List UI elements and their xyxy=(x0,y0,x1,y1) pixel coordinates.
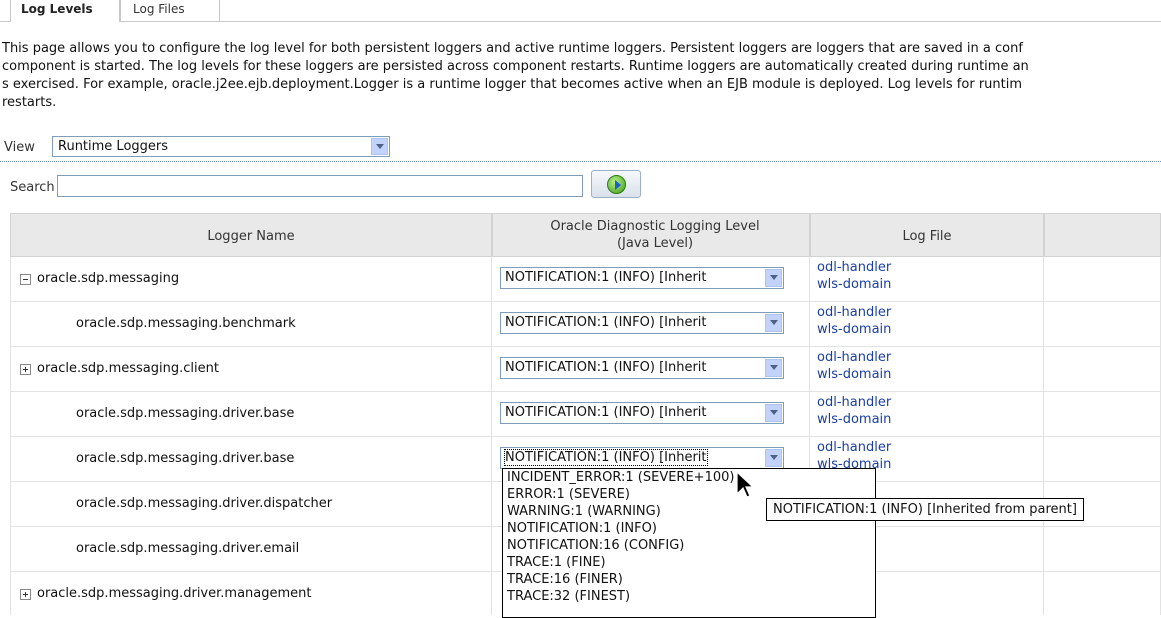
chevron-down-icon[interactable] xyxy=(765,314,782,332)
log-file-cell: odl-handler wls-domain xyxy=(810,257,1044,302)
extra-cell xyxy=(1044,527,1161,572)
level-cell: NOTIFICATION:1 (INFO) [Inherit xyxy=(492,302,810,347)
logger-name: oracle.sdp.messaging.driver.management xyxy=(37,586,312,601)
log-file-link[interactable]: odl-handler xyxy=(817,349,891,366)
log-file-link[interactable]: odl-handler xyxy=(817,394,891,411)
extra-cell xyxy=(1044,257,1161,302)
table-row: oracle.sdp.messaging NOTIFICATION:1 (INF… xyxy=(10,257,1161,302)
dropdown-option[interactable]: TRACE:32 (FINEST) xyxy=(503,588,875,605)
level-select[interactable]: NOTIFICATION:1 (INFO) [Inherit xyxy=(500,402,784,424)
level-select[interactable]: NOTIFICATION:1 (INFO) [Inherit xyxy=(500,267,784,289)
logger-name-cell: oracle.sdp.messaging.driver.email xyxy=(10,527,492,572)
tab-log-files[interactable]: Log Files xyxy=(120,0,220,22)
level-cell: NOTIFICATION:1 (INFO) [Inherit xyxy=(492,257,810,302)
log-file-link[interactable]: odl-handler xyxy=(817,304,891,321)
extra-cell xyxy=(1044,437,1161,482)
level-select[interactable]: NOTIFICATION:1 (INFO) [Inherit xyxy=(500,312,784,334)
logger-name: oracle.sdp.messaging.driver.base xyxy=(76,451,295,466)
log-file-link[interactable]: wls-domain xyxy=(817,411,891,428)
level-select-value: NOTIFICATION:1 (INFO) [Inherit xyxy=(504,449,708,466)
tab-bar: Log Levels Log Files xyxy=(0,0,1161,36)
search-go-button[interactable] xyxy=(591,170,641,198)
log-file-cell: odl-handler wls-domain xyxy=(810,347,1044,392)
view-select[interactable]: Runtime Loggers xyxy=(52,136,390,157)
view-label: View xyxy=(4,140,35,155)
collapse-icon[interactable] xyxy=(20,274,31,285)
active-tab-gap xyxy=(11,21,119,22)
logger-name-cell: oracle.sdp.messaging xyxy=(10,257,492,302)
table-row: oracle.sdp.messaging.benchmark NOTIFICAT… xyxy=(10,302,1161,347)
extra-cell xyxy=(1044,392,1161,437)
search-input[interactable] xyxy=(57,175,583,197)
dropdown-option[interactable]: TRACE:16 (FINER) xyxy=(503,571,875,588)
logger-name: oracle.sdp.messaging.driver.email xyxy=(76,541,300,556)
logger-name-cell: oracle.sdp.messaging.benchmark xyxy=(10,302,492,347)
level-select-value: NOTIFICATION:1 (INFO) [Inherit xyxy=(505,315,707,330)
level-select-value: NOTIFICATION:1 (INFO) [Inherit xyxy=(505,360,707,375)
chevron-down-icon[interactable] xyxy=(765,359,782,377)
log-file-link[interactable]: wls-domain xyxy=(817,366,891,383)
description-line: s exercised. For example, oracle.j2ee.ej… xyxy=(2,77,1023,92)
page-description: This page allows you to configure the lo… xyxy=(2,40,1161,112)
column-header-level[interactable]: Oracle Diagnostic Logging Level (Java Le… xyxy=(492,213,810,257)
chevron-down-icon[interactable] xyxy=(765,404,782,422)
level-select[interactable]: NOTIFICATION:1 (INFO) [Inherit xyxy=(500,357,784,379)
column-header-logger-name[interactable]: Logger Name xyxy=(10,213,492,257)
level-cell: NOTIFICATION:1 (INFO) [Inherit xyxy=(492,347,810,392)
column-header-label: Log File xyxy=(902,229,952,244)
logger-name-cell: oracle.sdp.messaging.driver.base xyxy=(10,392,492,437)
log-file-link[interactable]: odl-handler xyxy=(817,439,891,456)
level-select-value: NOTIFICATION:1 (INFO) [Inherit xyxy=(505,270,707,285)
log-file-link[interactable]: wls-domain xyxy=(817,276,891,293)
extra-cell xyxy=(1044,302,1161,347)
level-select-value: NOTIFICATION:1 (INFO) [Inherit xyxy=(505,405,707,420)
chevron-down-icon[interactable] xyxy=(765,449,782,467)
log-file-cell: odl-handler wls-domain xyxy=(810,302,1044,347)
view-select-value: Runtime Loggers xyxy=(58,139,169,154)
logger-name: oracle.sdp.messaging.client xyxy=(37,361,219,376)
table-row: oracle.sdp.messaging.driver.base NOTIFIC… xyxy=(10,392,1161,437)
logger-name: oracle.sdp.messaging.driver.dispatcher xyxy=(76,496,333,511)
go-arrow-icon xyxy=(607,175,626,194)
dropdown-option[interactable]: NOTIFICATION:1 (INFO) xyxy=(503,520,875,537)
column-header-extra xyxy=(1044,213,1161,257)
logger-name-cell: oracle.sdp.messaging.client xyxy=(10,347,492,392)
level-tooltip: NOTIFICATION:1 (INFO) [Inherited from pa… xyxy=(766,498,1084,521)
chevron-down-icon[interactable] xyxy=(765,269,782,287)
expand-icon[interactable] xyxy=(20,589,31,600)
logger-name: oracle.sdp.messaging.benchmark xyxy=(76,316,296,331)
tab-log-levels[interactable]: Log Levels xyxy=(10,0,120,22)
log-file-cell: odl-handler wls-domain xyxy=(810,392,1044,437)
log-file-link[interactable]: wls-domain xyxy=(817,321,891,338)
dropdown-option[interactable]: INCIDENT_ERROR:1 (SEVERE+100) xyxy=(503,469,875,486)
extra-cell xyxy=(1044,572,1161,615)
column-header-label: Oracle Diagnostic Logging Level (Java Le… xyxy=(550,219,760,251)
log-file-link[interactable]: odl-handler xyxy=(817,259,891,276)
level-dropdown-list: INCIDENT_ERROR:1 (SEVERE+100) ERROR:1 (S… xyxy=(502,468,876,618)
search-label: Search xyxy=(10,180,55,195)
logger-name-cell: oracle.sdp.messaging.driver.base xyxy=(10,437,492,482)
extra-cell xyxy=(1044,347,1161,392)
dropdown-option[interactable]: TRACE:1 (FINE) xyxy=(503,554,875,571)
column-header-label: Logger Name xyxy=(207,229,295,244)
mouse-cursor-icon xyxy=(736,470,755,498)
level-cell: NOTIFICATION:1 (INFO) [Inherit xyxy=(492,392,810,437)
description-line: restarts. xyxy=(2,95,57,110)
table-row: oracle.sdp.messaging.client NOTIFICATION… xyxy=(10,347,1161,392)
logger-name-cell: oracle.sdp.messaging.driver.dispatcher xyxy=(10,482,492,527)
logger-name-cell: oracle.sdp.messaging.driver.management xyxy=(10,572,492,615)
chevron-down-icon[interactable] xyxy=(371,138,388,155)
level-select-open[interactable]: NOTIFICATION:1 (INFO) [Inherit xyxy=(500,447,784,469)
section-divider xyxy=(0,161,1161,162)
logger-name: oracle.sdp.messaging xyxy=(37,271,180,286)
description-line: This page allows you to configure the lo… xyxy=(2,41,1023,56)
logger-name: oracle.sdp.messaging.driver.base xyxy=(76,406,295,421)
description-line: component is started. The log levels for… xyxy=(2,59,1029,74)
dropdown-option[interactable]: NOTIFICATION:16 (CONFIG) xyxy=(503,537,875,554)
column-header-log-file[interactable]: Log File xyxy=(810,213,1044,257)
expand-icon[interactable] xyxy=(20,364,31,375)
